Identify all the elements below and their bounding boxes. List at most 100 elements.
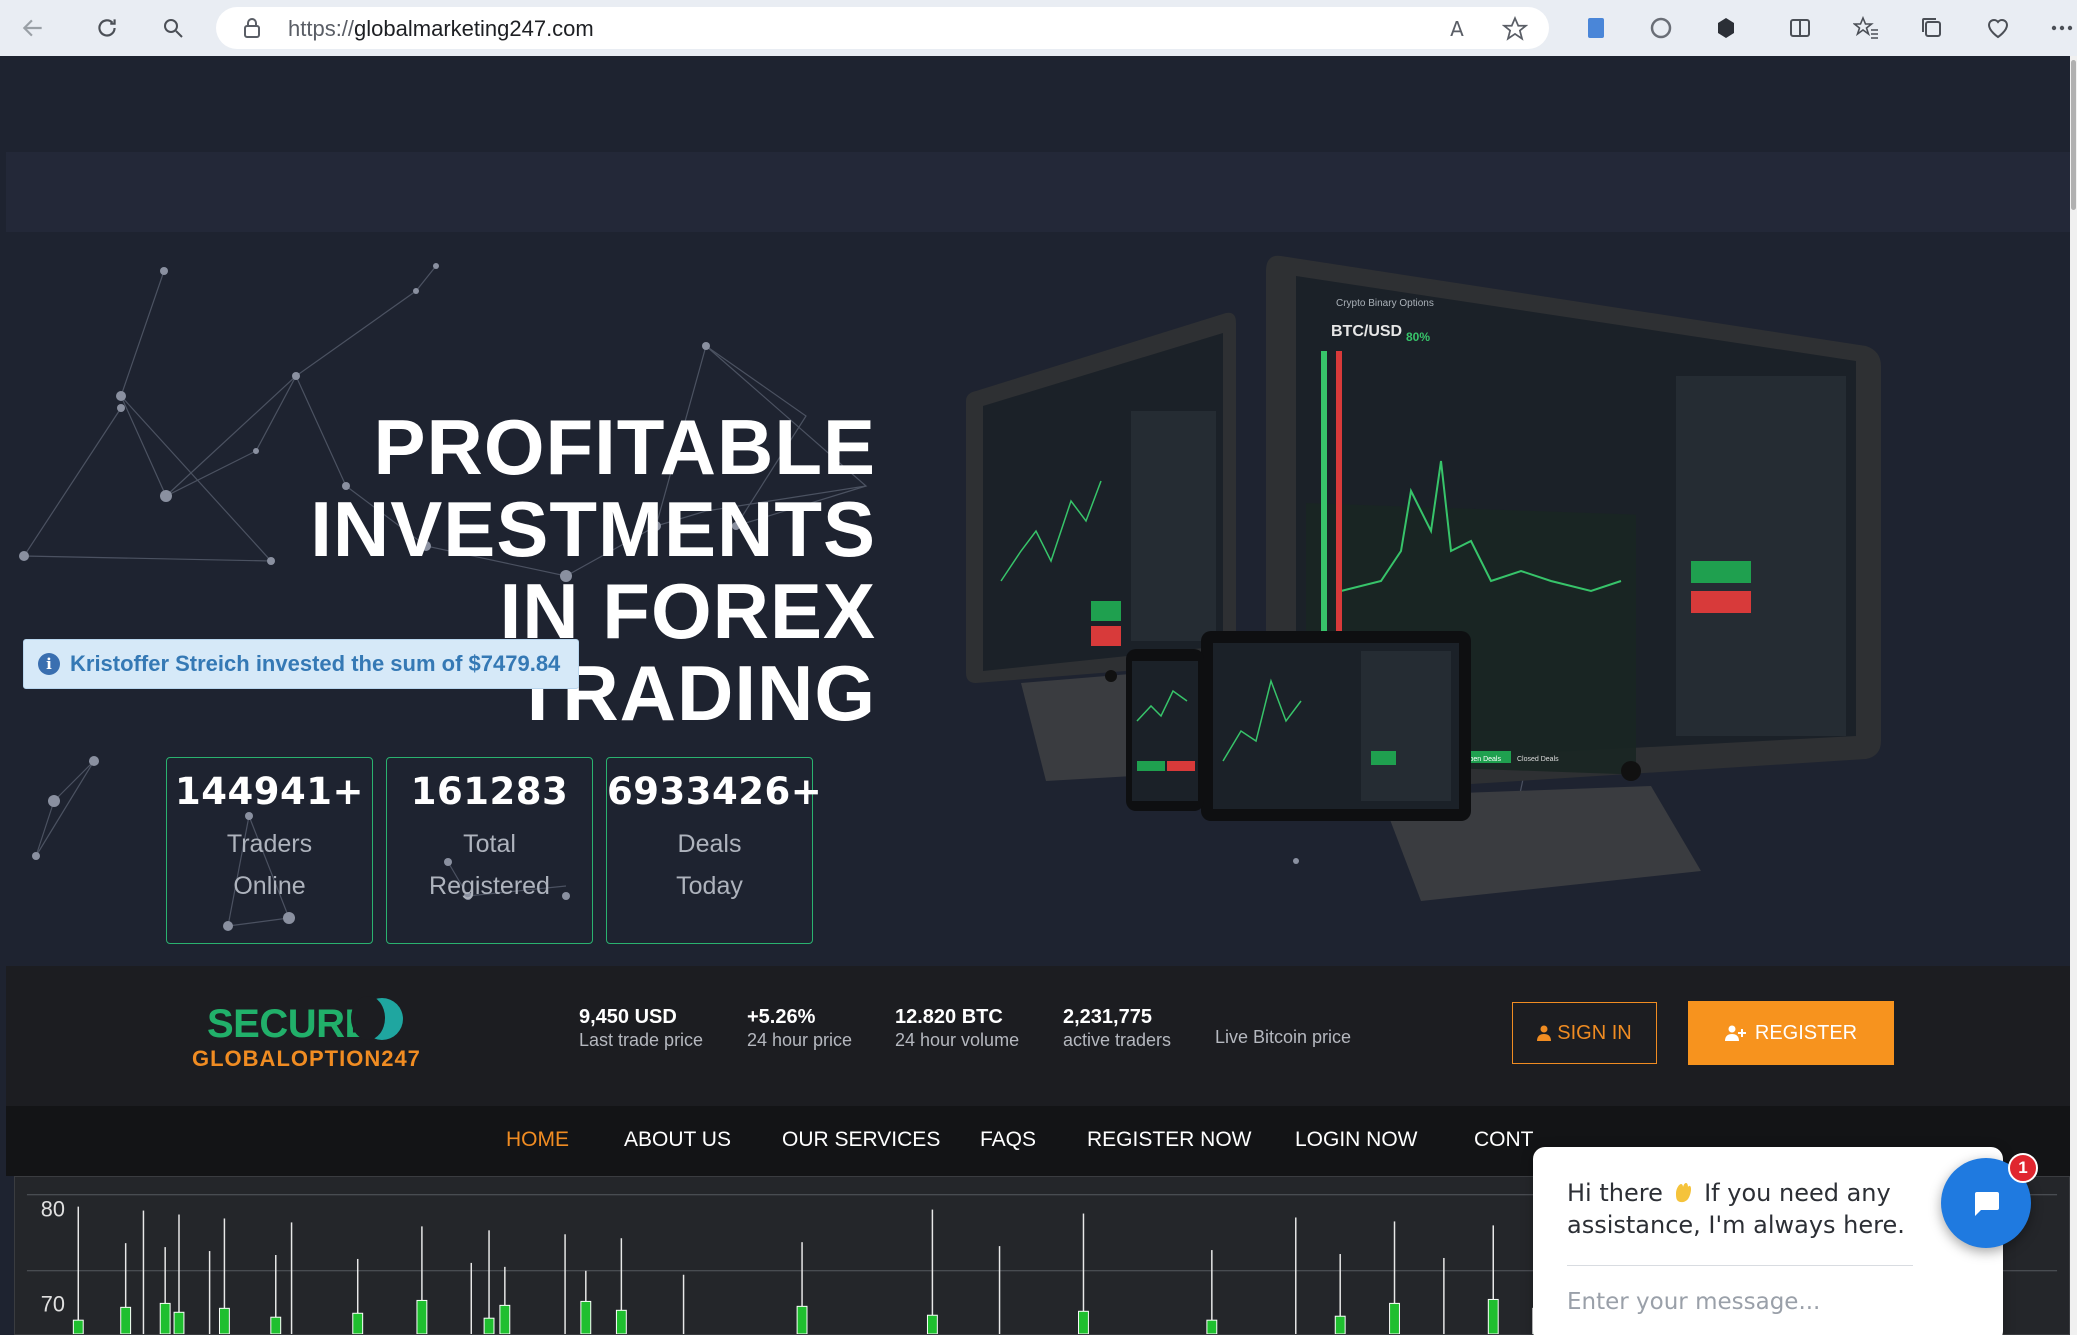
chart-candle [173,1311,185,1334]
chart-candle [483,1317,495,1334]
chart-y-label: 70 [41,1291,65,1316]
chart-candle [615,1309,627,1334]
user-plus-icon [1724,1025,1746,1041]
back-icon[interactable] [14,9,52,47]
monitor-pair: BTC/USD [1331,323,1402,340]
stat-label-line: Total [463,830,516,858]
nav-login-now[interactable]: LOGIN NOW [1295,1128,1418,1152]
nav-our-services[interactable]: OUR SERVICES [782,1128,940,1152]
chart-candle [926,1314,938,1334]
chart-candle [580,1300,592,1334]
nav-register-now[interactable]: REGISTER NOW [1087,1128,1252,1152]
ticker-bar: SECURE GLOBALOPTION247 9,450 USD Last tr… [6,966,2070,1106]
nav-contact[interactable]: CONT [1474,1128,1534,1152]
chart-candle [270,1316,282,1334]
address-bar[interactable]: https://globalmarketing247.com A [216,7,1549,49]
stat-label-line: Online [233,872,306,900]
favorite-star-icon[interactable] [1501,15,1529,43]
live-bitcoin-label: Live Bitcoin price [1215,1027,1352,1047]
ticker-label: 24 hour price [747,1030,853,1050]
chart-candle [796,1305,808,1334]
register-button[interactable]: REGISTER [1688,1001,1894,1065]
stat-label-line: Registered [429,872,550,900]
closed-deals-label: Closed Deals [1517,756,1559,763]
info-icon: i [38,653,60,675]
chart-candle [1206,1319,1218,1334]
ticker-label: 24 hour volume [895,1030,1020,1050]
scroll-thumb[interactable] [2071,60,2076,210]
read-aloud-label: A [1450,17,1464,41]
chat-icon [1975,1192,1999,1216]
collections-icon[interactable] [1916,12,1948,44]
chat-message-input[interactable] [1567,1282,1913,1322]
logo-sub-text: GLOBALOPTION247 [192,1046,421,1071]
ticker-value: 9,450 USD [579,1006,677,1028]
ticker-value: +5.26% [747,1006,816,1028]
chat-divider [1567,1265,1913,1266]
chart-candle [416,1299,428,1334]
ticker-label: Last trade price [579,1030,704,1050]
user-icon [1537,1025,1552,1041]
nav-faqs[interactable]: FAQS [980,1128,1036,1152]
tablet-device [1201,631,1471,821]
nav-home[interactable]: HOME [506,1128,569,1152]
chart-candle [352,1312,364,1334]
extension-icon[interactable] [1710,12,1742,44]
stat-label-line: Traders [226,830,313,858]
health-icon[interactable] [1982,12,2014,44]
chat-greeting: Hi there If you need any assistance, I'm… [1567,1177,1947,1241]
wave-emoji-icon [1670,1179,1696,1205]
chart-candle [499,1304,511,1334]
monitor-title: Crypto Binary Options [1336,298,1434,309]
chart-candle [1078,1310,1089,1334]
ticker-label: active traders [1063,1030,1172,1050]
search-icon[interactable] [154,9,192,47]
ticker-active-traders: 2,231,775 active traders [1063,1006,1171,1051]
stat-label: Total Registered [387,823,592,907]
chart-candle [1487,1298,1499,1334]
stat-box-deals: 6933426+ Deals Today [606,757,823,944]
notification-text: Kristoffer Streich invested the sum of $… [70,651,561,676]
logo-moon-icon [351,996,403,1040]
stat-label: Traders Online [167,823,372,907]
logo-main-text: SECURE [207,1002,371,1046]
stat-label-line: Today [676,872,743,900]
ticker-last-trade: 9,450 USD Last trade price [579,1006,703,1051]
web-page: PROFITABLE INVESTMENTS IN FOREX TRADING … [6,56,2070,1335]
hero-title-line: PROFITABLE [373,403,876,491]
investment-notification[interactable]: i Kristoffer Streich invested the sum of… [23,639,579,689]
ticker-24h-volume: 12.820 BTC 24 hour volume [895,1006,1019,1051]
lock-icon[interactable] [242,17,262,39]
nav-about-us[interactable]: ABOUT US [624,1128,731,1152]
stat-label: Deals Today [607,823,812,907]
chart-candle [159,1302,171,1334]
chart-candle [120,1306,132,1334]
sign-in-label: SIGN IN [1557,1021,1632,1044]
chart-candle [1334,1315,1346,1334]
stat-box-traders: 144941+ Traders Online [166,757,373,944]
stat-value: 144941+ [175,770,364,813]
read-aloud-icon[interactable]: A [1443,15,1471,43]
refresh-icon[interactable] [88,9,126,47]
stat-label-line: Deals [677,830,742,858]
split-screen-icon[interactable] [1784,12,1816,44]
sign-in-button[interactable]: SIGN IN [1512,1002,1657,1064]
chart-candle [1389,1302,1400,1334]
monitor-pct: 80% [1406,330,1430,344]
ticker-24h-price: +5.26% 24 hour price [747,1006,852,1051]
chat-greeting-start: Hi there [1567,1179,1671,1207]
chat-popup: Hi there If you need any assistance, I'm… [1533,1147,2003,1335]
stat-value: 6933426+ [607,770,823,813]
extension-icon[interactable] [1645,12,1677,44]
url-text[interactable]: https://globalmarketing247.com [288,16,594,42]
url-host: globalmarketing247.com [354,16,594,41]
favorites-icon[interactable] [1850,12,1882,44]
stat-value: 161283 [410,770,569,813]
stat-box-registered: 161283 Total Registered [386,757,593,944]
chart-candle [218,1307,230,1334]
chat-unread-badge: 1 [2008,1153,2038,1183]
chart-y-label: 80 [41,1196,65,1221]
page-scrollbar[interactable] [2070,56,2077,1335]
more-icon[interactable] [2046,12,2077,44]
extension-icon[interactable] [1580,12,1612,44]
